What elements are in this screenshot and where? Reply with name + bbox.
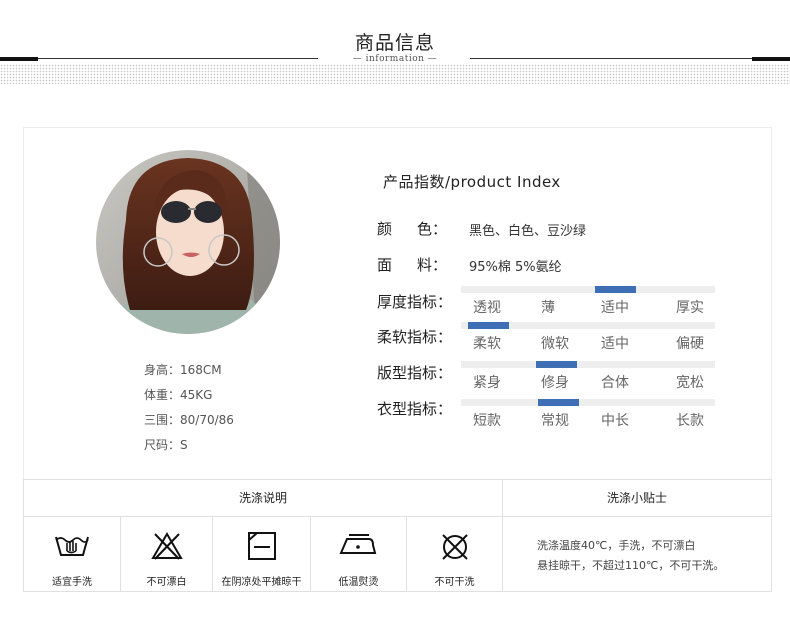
color-label: 颜 色： xyxy=(377,218,447,239)
length-indicator-mark xyxy=(538,399,579,406)
thickness-options: 透视 薄 适中 厚实 xyxy=(461,297,715,317)
product-index-title: 产品指数/product Index xyxy=(383,173,561,191)
material-label-char: 料： xyxy=(416,256,447,274)
wash-tips-text: 洗涤温度40℃，手洗，不可漂白 悬挂晾干，不超过110℃，不可干洗。 xyxy=(537,536,724,576)
color-value: 黑色、白色、豆沙绿 xyxy=(469,224,587,239)
wash-icon-cell: 不可干洗 xyxy=(407,516,502,592)
dry-flat-shade-icon xyxy=(247,532,276,560)
thickness-option: 透视 xyxy=(473,300,501,316)
fit-indicator-bar xyxy=(461,361,715,368)
model-height: 身高：168CM xyxy=(144,363,222,377)
softness-option: 适中 xyxy=(601,336,629,352)
model-photo xyxy=(96,150,280,334)
section-subtitle: — information — xyxy=(352,54,438,64)
softness-indicator-label: 柔软指标： xyxy=(377,328,453,346)
fit-indicator-label: 版型指标： xyxy=(377,364,453,382)
length-options: 短款 常规 中长 长款 xyxy=(461,410,715,430)
wash-tips-header: 洗涤小贴士 xyxy=(606,491,667,505)
thickness-option: 薄 xyxy=(541,300,555,316)
wash-instructions-header: 洗涤说明 xyxy=(238,491,287,505)
fit-option: 宽松 xyxy=(676,375,704,391)
wash-icon-caption: 适宜手洗 xyxy=(52,577,92,588)
softness-indicator-bar xyxy=(461,322,715,329)
hand-wash-icon xyxy=(55,536,89,556)
wash-icon-caption: 低温熨烫 xyxy=(338,577,379,588)
model-size: 尺码：S xyxy=(144,438,188,452)
length-indicator-bar xyxy=(461,399,715,406)
length-option: 短款 xyxy=(473,413,501,429)
model-portrait-image xyxy=(96,150,280,334)
length-option: 长款 xyxy=(676,413,704,429)
fit-option: 紧身 xyxy=(473,375,501,391)
length-option: 常规 xyxy=(541,413,569,429)
material-label: 面 料： xyxy=(377,254,447,275)
washing-instructions-table: 洗涤说明 洗涤小贴士 适宜手洗 不可漂白 在阴凉处平摊晾干 低温熨烫 不可干洗 … xyxy=(23,479,772,592)
iron-low-icon xyxy=(338,534,376,554)
header-rule-right-thick xyxy=(752,57,790,61)
wash-icon-caption: 不可干洗 xyxy=(434,577,475,588)
thickness-indicator-bar xyxy=(461,286,715,293)
section-title: 商品信息 xyxy=(354,32,435,54)
header-rule-left xyxy=(38,58,318,59)
thickness-indicator-label: 厚度指标： xyxy=(377,293,453,311)
no-bleach-icon xyxy=(150,532,183,560)
wash-icon-cell: 不可漂白 xyxy=(121,516,212,592)
wash-icon-caption: 不可漂白 xyxy=(146,577,187,588)
softness-option: 偏硬 xyxy=(676,336,704,352)
material-label-char: 面 xyxy=(377,256,393,274)
no-dry-clean-icon xyxy=(441,534,468,560)
softness-indicator-mark xyxy=(468,322,509,329)
fit-indicator-mark xyxy=(536,361,577,368)
material-value: 95%棉 5%氨纶 xyxy=(469,260,562,275)
fit-option: 合体 xyxy=(601,375,629,391)
wash-icon-caption: 在阴凉处平摊晾干 xyxy=(221,577,302,588)
thickness-option: 厚实 xyxy=(676,300,704,316)
thickness-indicator-mark xyxy=(595,286,636,293)
thickness-option: 适中 xyxy=(601,300,629,316)
wash-icon-cell: 适宜手洗 xyxy=(24,516,120,592)
wash-tip-line: 洗涤温度40℃，手洗，不可漂白 xyxy=(537,539,696,552)
softness-options: 柔软 微软 适中 偏硬 xyxy=(461,333,715,353)
wash-icon-cell: 在阴凉处平摊晾干 xyxy=(213,516,310,592)
fit-options: 紧身 修身 合体 宽松 xyxy=(461,372,715,392)
wash-icon-cell: 低温熨烫 xyxy=(311,516,406,592)
color-label-char: 颜 xyxy=(377,220,393,238)
length-indicator-label: 衣型指标： xyxy=(377,400,453,418)
softness-option: 微软 xyxy=(541,336,569,352)
wash-tip-line: 悬挂晾干，不超过110℃，不可干洗。 xyxy=(537,559,725,572)
header-rule-left-thick xyxy=(0,57,38,61)
length-option: 中长 xyxy=(601,413,629,429)
header-rule-right xyxy=(470,58,752,59)
softness-option: 柔软 xyxy=(473,336,501,352)
color-label-char: 色： xyxy=(416,220,447,238)
dotted-band xyxy=(0,64,790,84)
model-measurements: 三围：80/70/86 xyxy=(144,413,234,427)
model-weight: 体重：45KG xyxy=(144,388,213,402)
fit-option: 修身 xyxy=(541,375,569,391)
model-stats: 身高：168CM 体重：45KG 三围：80/70/86 尺码：S xyxy=(144,358,234,458)
